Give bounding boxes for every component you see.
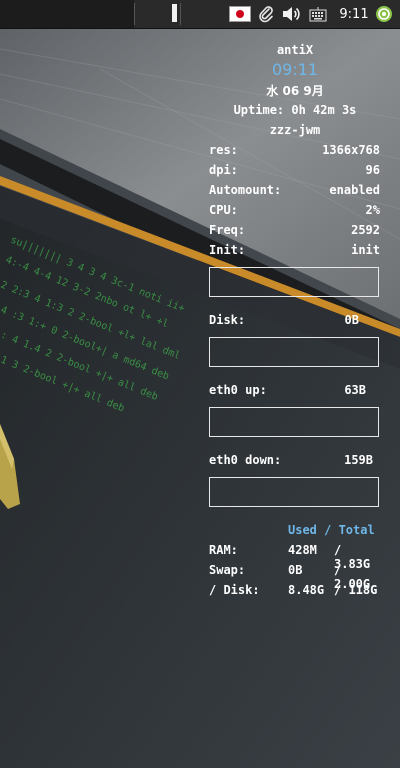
info-label: Init: bbox=[209, 243, 246, 257]
eth0-down-value: 159B bbox=[344, 453, 373, 467]
info-value: 2592 bbox=[351, 223, 380, 237]
eth0-down-row: eth0 down: 159B bbox=[209, 453, 373, 469]
memory-label: Swap: bbox=[209, 563, 246, 577]
disk-graph bbox=[209, 337, 379, 367]
info-value: 96 bbox=[365, 163, 380, 177]
info-label: dpi: bbox=[209, 163, 238, 177]
info-row-res: res: 1366x768 bbox=[209, 143, 380, 159]
eth0-up-graph bbox=[209, 407, 379, 437]
memory-header: Used / Total bbox=[288, 523, 375, 537]
info-row-init: Init: init bbox=[209, 243, 380, 259]
disk-label: Disk: bbox=[209, 313, 246, 327]
memory-label: RAM: bbox=[209, 543, 238, 557]
eth0-down-label: eth0 down: bbox=[209, 453, 282, 467]
memory-row-swap: Swap: 0B / 2.00G bbox=[209, 563, 380, 591]
memory-used: 8.48G bbox=[288, 583, 325, 597]
task-list-area[interactable] bbox=[0, 0, 134, 28]
taskbar-separator bbox=[180, 3, 181, 25]
memory-used: 428M bbox=[288, 543, 317, 557]
memory-label: / Disk: bbox=[209, 583, 260, 597]
info-row-automount: Automount: enabled bbox=[209, 183, 380, 199]
info-value: enabled bbox=[329, 183, 380, 197]
info-value: 2% bbox=[365, 203, 380, 217]
japan-flag-icon[interactable] bbox=[229, 6, 251, 22]
memory-used: 0B bbox=[288, 563, 303, 577]
eth0-up-label: eth0 up: bbox=[209, 383, 267, 397]
disk-row: Disk: 0B bbox=[209, 313, 359, 329]
conky-system-monitor: antiX 09:11 水 06 9月 Uptime: 0h 42m 3s zz… bbox=[0, 29, 400, 768]
keyboard-icon[interactable] bbox=[308, 4, 328, 24]
memory-total: / 118G bbox=[334, 583, 378, 597]
memory-row-disk: / Disk: 8.48G / 118G bbox=[209, 583, 380, 599]
taskbar-clock[interactable]: 9:11 bbox=[338, 4, 370, 24]
paperclip-icon[interactable] bbox=[256, 4, 276, 24]
date: 水 06 9月 bbox=[266, 84, 324, 98]
info-row-freq: Freq: 2592 bbox=[209, 223, 380, 239]
taskbar: 9:11 bbox=[0, 0, 400, 29]
window-manager: zzz-jwm bbox=[269, 123, 321, 137]
info-label: res: bbox=[209, 143, 238, 157]
memory-row-ram: RAM: 428M / 3.83G bbox=[209, 543, 380, 571]
workspace-pager[interactable] bbox=[172, 4, 177, 22]
info-row-dpi: dpi: 96 bbox=[209, 163, 380, 179]
info-label: Automount: bbox=[209, 183, 282, 197]
network-status-icon[interactable] bbox=[374, 4, 394, 24]
uptime: Uptime: 0h 42m 3s bbox=[233, 103, 357, 117]
cpu-graph bbox=[209, 267, 379, 297]
info-label: CPU: bbox=[209, 203, 238, 217]
volume-icon[interactable] bbox=[280, 4, 302, 24]
hostname: antiX bbox=[276, 43, 314, 57]
clock-time: 09:11 bbox=[271, 60, 319, 79]
eth0-down-graph bbox=[209, 477, 379, 507]
taskbar-separator bbox=[134, 3, 135, 25]
info-value: 1366x768 bbox=[322, 143, 380, 157]
info-row-cpu: CPU: 2% bbox=[209, 203, 380, 219]
eth0-up-value: 63B bbox=[344, 383, 366, 397]
eth0-up-row: eth0 up: 63B bbox=[209, 383, 366, 399]
info-label: Freq: bbox=[209, 223, 246, 237]
info-value: init bbox=[351, 243, 380, 257]
disk-value: 0B bbox=[344, 313, 359, 327]
